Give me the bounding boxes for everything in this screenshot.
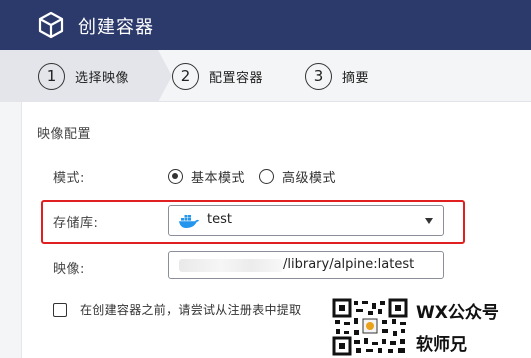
radio-button[interactable] bbox=[259, 169, 274, 184]
pull-checkbox-label: 在创建容器之前，请尝试从注册表中提取 bbox=[80, 303, 302, 317]
step-configure-container[interactable]: 2 配置容器 bbox=[172, 50, 263, 102]
left-panel-edge bbox=[0, 102, 22, 358]
watermark: WX公众号 软师兄 bbox=[330, 296, 531, 358]
repository-label: 存储库: bbox=[53, 216, 99, 231]
repository-value: test bbox=[207, 212, 232, 227]
mode-label: 模式: bbox=[53, 171, 85, 186]
blurred-registry-prefix bbox=[179, 259, 283, 272]
qr-code-icon bbox=[332, 298, 408, 356]
step-label: 选择映像 bbox=[75, 70, 130, 86]
dialog-title-bar: 创建容器 bbox=[0, 0, 531, 50]
cube-icon bbox=[38, 11, 64, 39]
step-number: 3 bbox=[305, 62, 332, 90]
step-label: 摘要 bbox=[342, 70, 370, 86]
step-number: 1 bbox=[38, 62, 65, 90]
step-select-image[interactable]: 1 选择映像 bbox=[38, 50, 129, 102]
watermark-line1: WX公众号 bbox=[416, 303, 499, 323]
pull-from-registry-option[interactable]: 在创建容器之前，请尝试从注册表中提取 bbox=[53, 301, 301, 318]
radio-label: 高级模式 bbox=[282, 171, 337, 186]
wizard-steps: 1 选择映像 2 配置容器 3 摘要 bbox=[0, 50, 531, 102]
radio-advanced-mode[interactable]: 高级模式 bbox=[259, 167, 336, 186]
radio-label: 基本模式 bbox=[191, 171, 246, 186]
image-value: /library/alpine:latest bbox=[283, 257, 415, 272]
section-title: 映像配置 bbox=[37, 127, 92, 142]
step-number: 2 bbox=[172, 62, 199, 90]
image-input[interactable]: /library/alpine:latest bbox=[168, 251, 444, 279]
repository-select[interactable]: test bbox=[168, 205, 444, 236]
radio-basic-mode[interactable]: 基本模式 bbox=[168, 167, 245, 186]
radio-button-checked[interactable] bbox=[168, 169, 183, 184]
step-label: 配置容器 bbox=[209, 70, 264, 86]
step-summary[interactable]: 3 摘要 bbox=[305, 50, 369, 102]
docker-icon bbox=[179, 215, 199, 228]
image-label: 映像: bbox=[53, 262, 85, 277]
caret-down-icon bbox=[425, 218, 433, 224]
pull-checkbox[interactable] bbox=[53, 302, 67, 317]
watermark-line2: 软师兄 bbox=[416, 335, 467, 355]
dialog-title: 创建容器 bbox=[78, 17, 154, 38]
